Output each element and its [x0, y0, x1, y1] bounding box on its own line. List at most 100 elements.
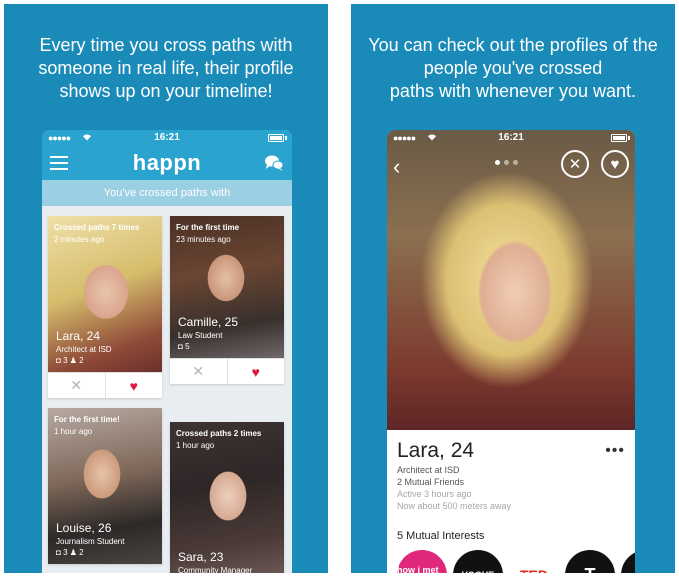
- profile-photo: For the first time 23 minutes ago Camill…: [170, 216, 284, 358]
- battery-icon: [268, 134, 284, 142]
- card-job: Community Manager: [178, 566, 253, 573]
- heart-icon: ♥: [251, 363, 260, 380]
- like-button[interactable]: ♥: [601, 150, 629, 178]
- profile-photo: For the first time! 1 hour ago Louise, 2…: [48, 408, 162, 564]
- photo-count: 3: [63, 356, 68, 365]
- card-job: Architect at ISD: [56, 345, 112, 354]
- reject-button[interactable]: ✕: [170, 359, 228, 384]
- profile-active: Active 3 hours ago: [397, 489, 472, 499]
- card-job: Journalism Student: [56, 537, 125, 546]
- crossed-count: For the first time!: [54, 415, 120, 424]
- timeline-card[interactable]: For the first time! 1 hour ago Louise, 2…: [48, 408, 162, 564]
- photo-count: 5: [185, 342, 190, 351]
- profile-age: 24: [450, 439, 475, 462]
- like-button[interactable]: ♥: [106, 373, 163, 398]
- status-bar: ●●●●● 16:21: [387, 130, 635, 146]
- chat-icon[interactable]: [264, 154, 284, 172]
- right-caption-line: You can check out the profiles of the: [368, 35, 658, 55]
- battery-icon: [611, 134, 627, 142]
- crossed-time: 1 hour ago: [54, 427, 93, 436]
- friends-icon: ♟: [69, 548, 77, 557]
- app-logo: happn: [132, 150, 202, 175]
- right-caption: You can check out the profiles of the pe…: [351, 34, 675, 103]
- friend-count: 2: [79, 548, 84, 557]
- reject-button[interactable]: ✕: [48, 373, 106, 398]
- camera-icon: ◘: [56, 548, 61, 557]
- profile-photo: Crossed paths 7 times 2 minutes ago Lara…: [48, 216, 162, 372]
- crossed-count: Crossed paths 7 times: [54, 223, 140, 232]
- mutual-interests-title: 5 Mutual Interests: [397, 530, 485, 542]
- battery-tip: [285, 136, 287, 140]
- card-name: Lara, 24: [56, 329, 101, 343]
- interest-item[interactable]: TED: [509, 550, 559, 573]
- crossed-count: Crossed paths 2 times: [176, 429, 262, 438]
- card-name: Louise, 26: [56, 521, 112, 535]
- crossed-paths-banner: You've crossed paths with: [42, 180, 292, 206]
- timeline-card[interactable]: For the first time 23 minutes ago Camill…: [170, 216, 284, 384]
- like-button[interactable]: ♥: [228, 359, 285, 384]
- photo-pager-dots: [495, 160, 518, 165]
- profile-phone-screen: ●●●●● 16:21 ‹ ✕ ♥ Lara, 24 ••• Architect…: [387, 130, 635, 573]
- status-time: 16:21: [154, 132, 180, 143]
- crossed-count: For the first time: [176, 223, 240, 232]
- card-stats: ◘ 5: [178, 341, 238, 352]
- pager-dot: [495, 160, 500, 165]
- interest-item[interactable]: how i met your: [397, 550, 447, 573]
- status-time: 16:21: [498, 132, 524, 143]
- card-top-text: Crossed paths 7 times 2 minutes ago: [54, 222, 139, 246]
- card-bottom-text: Louise, 26 Journalism Student ◘ 3 ♟ 2: [56, 521, 124, 558]
- profile-name-row: Lara, 24: [397, 438, 627, 464]
- card-top-text: For the first time! 1 hour ago: [54, 414, 120, 438]
- camera-icon: ◘: [56, 356, 61, 365]
- card-bottom-text: Lara, 24 Architect at ISD ◘ 3 ♟ 2: [56, 329, 112, 366]
- pager-dot: [504, 160, 509, 165]
- card-name: Camille, 25: [178, 315, 239, 329]
- interest-item[interactable]: [621, 550, 635, 573]
- back-chevron-icon[interactable]: ‹: [393, 154, 400, 180]
- profile-mutual-friends: 2 Mutual Friends: [397, 477, 465, 487]
- card-actions: ✕ ♥: [170, 358, 284, 384]
- profile-job: Architect at ISD: [397, 465, 460, 475]
- camera-icon: ◘: [178, 342, 183, 351]
- photo-count: 3: [63, 548, 68, 557]
- card-stats: ◘ 3 ♟ 2: [56, 547, 124, 558]
- close-icon: ✕: [192, 363, 205, 379]
- right-caption-line: people you've crossed: [423, 58, 603, 78]
- right-caption-line: paths with whenever you want.: [389, 81, 637, 101]
- battery-tip: [628, 136, 630, 140]
- crossed-time: 23 minutes ago: [176, 235, 231, 244]
- crossed-time: 2 minutes ago: [54, 235, 105, 244]
- close-icon: ✕: [568, 156, 582, 173]
- card-job: Law Student: [178, 331, 223, 340]
- card-name: Sara, 23: [178, 550, 224, 564]
- left-caption: Every time you cross paths with someone …: [4, 34, 328, 103]
- timeline-card[interactable]: Crossed paths 2 times 1 hour ago Sara, 2…: [170, 422, 284, 573]
- interest-item[interactable]: VOGUE: [453, 550, 503, 573]
- timeline-card[interactable]: Crossed paths 7 times 2 minutes ago Lara…: [48, 216, 162, 398]
- profile-hero-photo: [387, 130, 635, 430]
- left-caption-line: someone in real life, their profile: [38, 58, 294, 78]
- friend-count: 2: [79, 356, 84, 365]
- card-bottom-text: Camille, 25 Law Student ◘ 5: [178, 315, 238, 352]
- mutual-interests-list: how i met your VOGUE TED T: [397, 550, 635, 573]
- left-caption-line: shows up on your timeline!: [59, 81, 273, 101]
- left-caption-line: Every time you cross paths with: [39, 35, 293, 55]
- profile-photo: Crossed paths 2 times 1 hour ago Sara, 2…: [170, 422, 284, 573]
- heart-icon: ♥: [129, 377, 138, 394]
- reject-button[interactable]: ✕: [561, 150, 589, 178]
- heart-icon: ♥: [610, 155, 620, 173]
- interest-item[interactable]: T: [565, 550, 615, 573]
- more-options-icon[interactable]: •••: [605, 442, 625, 460]
- profile-name: Lara,: [397, 439, 445, 462]
- card-stats: ◘ 3 ♟ 2: [56, 355, 112, 366]
- close-icon: ✕: [70, 377, 83, 393]
- app-header: happn: [42, 146, 292, 180]
- card-top-text: Crossed paths 2 times 1 hour ago: [176, 428, 261, 452]
- status-bar: ●●●●● 16:21: [42, 130, 292, 146]
- timeline-phone-screen: ●●●●● 16:21 happn You've crossed paths w…: [42, 130, 292, 573]
- left-promo-panel: Every time you cross paths with someone …: [4, 4, 328, 573]
- crossed-time: 1 hour ago: [176, 441, 215, 450]
- pager-dot: [513, 160, 518, 165]
- card-top-text: For the first time 23 minutes ago: [176, 222, 239, 246]
- friends-icon: ♟: [69, 356, 77, 365]
